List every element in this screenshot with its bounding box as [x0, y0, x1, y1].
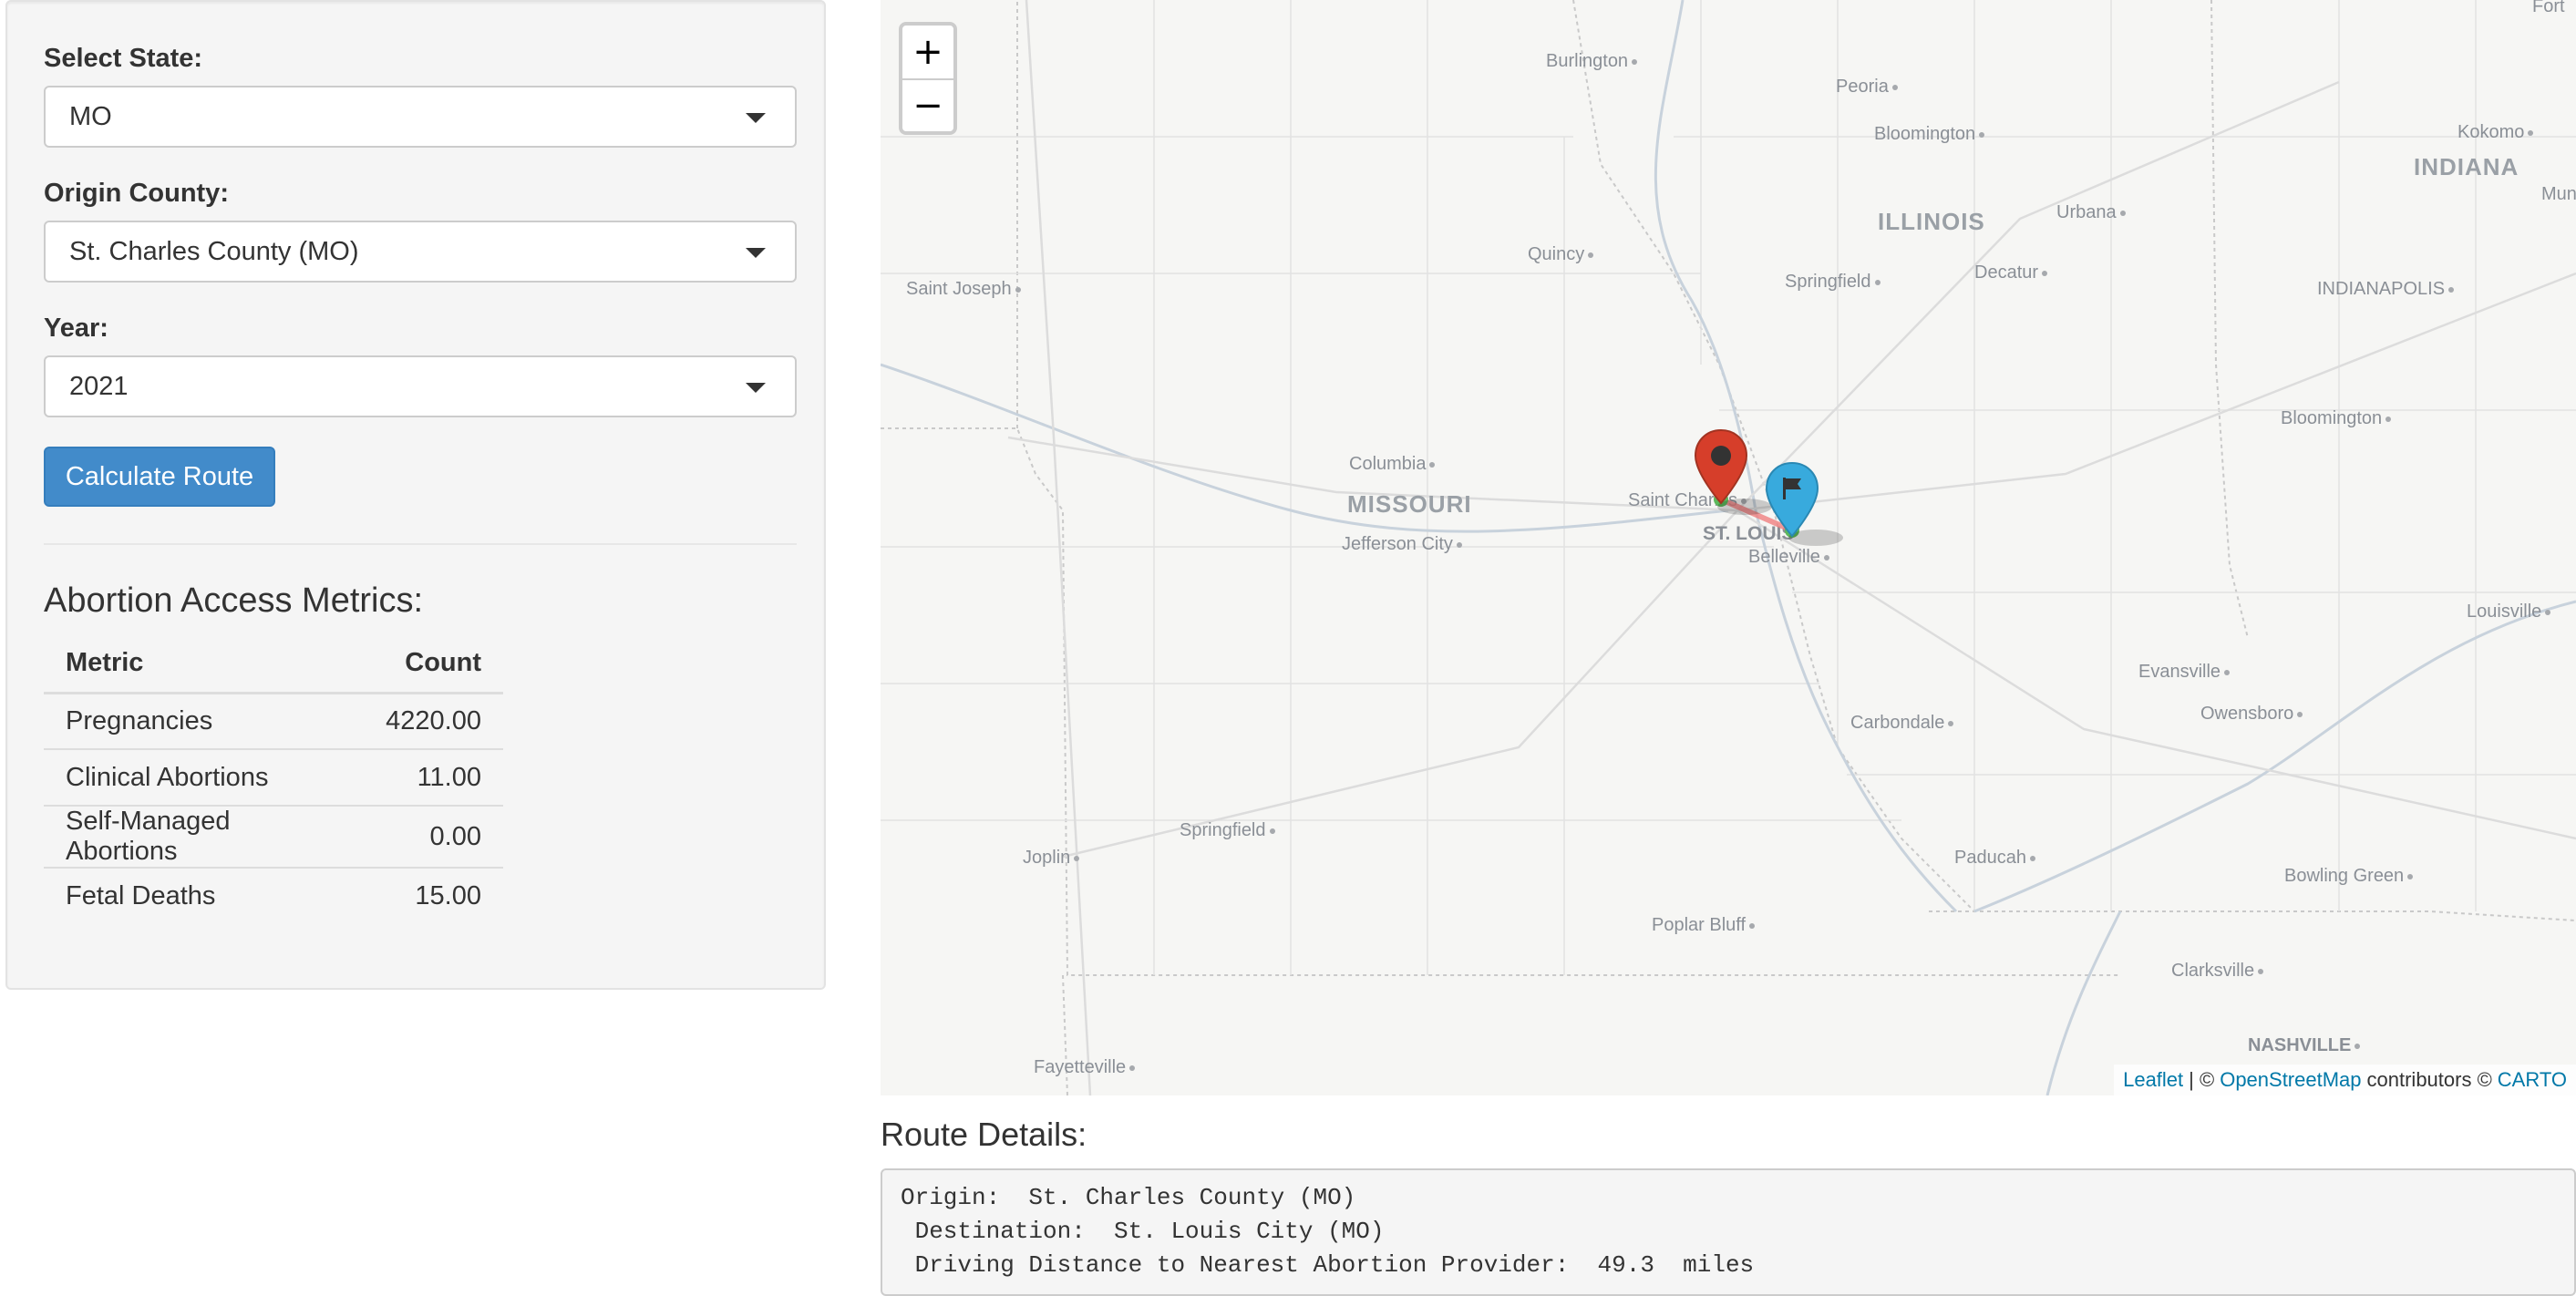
- metric-name: Pregnancies: [66, 705, 213, 735]
- map-view[interactable]: MISSOURI ILLINOIS INDIANA Burlington Peo…: [881, 0, 2576, 1095]
- destination-marker[interactable]: [1765, 461, 1819, 538]
- route-details-output: Origin: St. Charles County (MO) Destinat…: [881, 1168, 2576, 1296]
- route-overlay: [1714, 492, 1843, 546]
- zoom-control: + −: [899, 22, 957, 135]
- table-header-row: Metric Count: [44, 634, 503, 694]
- metrics-table: Metric Count Pregnancies 4220.00 Clinica…: [44, 634, 503, 924]
- leaflet-link[interactable]: Leaflet: [2123, 1068, 2183, 1092]
- map-attribution: Leaflet | © OpenStreetMap contributors ©…: [2114, 1065, 2576, 1095]
- year-label: Year:: [44, 314, 108, 343]
- year-select-value: 2021: [69, 371, 129, 401]
- calculate-route-button[interactable]: Calculate Route: [44, 447, 275, 507]
- state-select[interactable]: MO: [44, 86, 797, 148]
- table-row: Fetal Deaths 15.00: [44, 867, 503, 924]
- metric-name: Fetal Deaths: [44, 867, 365, 924]
- county-label: Origin County:: [44, 179, 229, 208]
- divider: [44, 543, 797, 545]
- table-row: Clinical Abortions 11.00: [44, 748, 503, 806]
- metric-count: 0.00: [364, 805, 503, 868]
- chevron-down-icon: [746, 248, 766, 258]
- route-distance-line: Driving Distance to Nearest Abortion Pro…: [901, 1251, 1755, 1279]
- zoom-out-button[interactable]: −: [902, 78, 953, 131]
- metric-count: 15.00: [364, 867, 503, 924]
- route-destination-line: Destination: St. Louis City (MO): [901, 1218, 1385, 1245]
- column-header-metric: Metric: [44, 634, 365, 694]
- metric-name: Self-Managed Abortions: [44, 805, 365, 868]
- openstreetmap-link[interactable]: OpenStreetMap: [2220, 1068, 2361, 1092]
- attribution-separator: | ©: [2189, 1068, 2215, 1091]
- metric-count: 11.00: [364, 748, 503, 806]
- origin-marker[interactable]: [1694, 428, 1748, 505]
- route-origin-line: Origin: St. Charles County (MO): [901, 1184, 1356, 1211]
- chevron-down-icon: [746, 383, 766, 393]
- attribution-contributors: contributors ©: [2366, 1068, 2492, 1091]
- year-select[interactable]: 2021: [44, 355, 797, 417]
- chevron-down-icon: [746, 113, 766, 123]
- carto-link[interactable]: CARTO: [2498, 1068, 2567, 1092]
- sidebar-panel: Select State: MO Origin County: St. Char…: [5, 0, 826, 990]
- state-select-value: MO: [69, 101, 112, 131]
- circle-marker-icon: [1711, 446, 1731, 466]
- state-label: Select State:: [44, 44, 203, 73]
- zoom-in-button[interactable]: +: [902, 26, 953, 78]
- metric-name: Clinical Abortions: [44, 748, 365, 806]
- column-header-count: Count: [364, 634, 503, 694]
- metrics-title: Abortion Access Metrics:: [44, 581, 424, 620]
- route-details-title: Route Details:: [881, 1116, 1087, 1153]
- county-select-value: St. Charles County (MO): [69, 236, 359, 266]
- metric-count: 4220.00: [386, 705, 481, 735]
- county-select[interactable]: St. Charles County (MO): [44, 221, 797, 283]
- table-row: Pregnancies 4220.00: [44, 693, 503, 749]
- table-row: Self-Managed Abortions 0.00: [44, 805, 503, 868]
